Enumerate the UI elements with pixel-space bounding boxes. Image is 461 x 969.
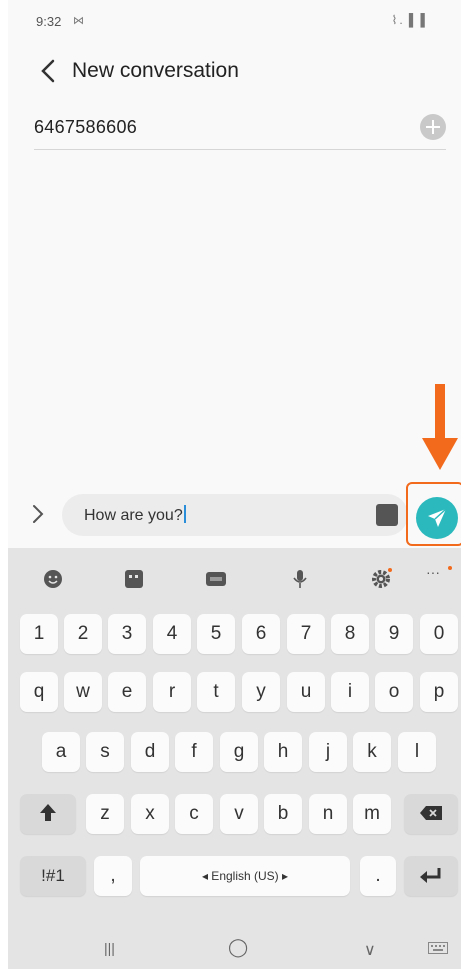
key-4[interactable]: 4 (153, 614, 191, 654)
compose-bar: How are you? (8, 482, 461, 548)
sticker-icon[interactable] (376, 504, 398, 526)
shift-key[interactable] (20, 794, 76, 834)
key-r[interactable]: r (153, 672, 191, 712)
key-p[interactable]: p (420, 672, 458, 712)
key-e[interactable]: e (108, 672, 146, 712)
header: New conversation (8, 52, 461, 92)
keyboard-icon[interactable] (428, 942, 448, 954)
key-g[interactable]: g (220, 732, 258, 772)
backspace-icon (420, 806, 442, 820)
comma-key[interactable]: , (94, 856, 132, 896)
backspace-key[interactable] (404, 794, 458, 834)
send-icon (428, 508, 447, 527)
key-u[interactable]: u (287, 672, 325, 712)
status-bar: 9:32 ⋈ ⌇.▐ ▌ (8, 0, 461, 44)
key-s[interactable]: s (86, 732, 124, 772)
text-cursor (183, 505, 186, 523)
recipient-field[interactable]: 6467586606 (34, 112, 446, 150)
status-time: 9:32 (36, 14, 62, 29)
notification-dot (448, 566, 452, 570)
gif-icon[interactable] (205, 568, 227, 590)
key-d[interactable]: d (131, 732, 169, 772)
key-c[interactable]: c (175, 794, 213, 834)
space-key[interactable]: ◂ English (US) ▸ (140, 856, 350, 896)
key-2[interactable]: 2 (64, 614, 102, 654)
key-8[interactable]: 8 (331, 614, 369, 654)
message-text: How are you? (84, 507, 183, 524)
key-o[interactable]: o (375, 672, 413, 712)
settings-icon[interactable] (370, 568, 392, 590)
key-j[interactable]: j (309, 732, 347, 772)
phone-screen: 9:32 ⋈ ⌇.▐ ▌ New conversation 6467586606… (8, 0, 461, 969)
navigation-bar: ||| ◯ ∨ (8, 928, 461, 969)
key-m[interactable]: m (353, 794, 391, 834)
message-input-value[interactable]: How are you? (84, 505, 186, 525)
signal-battery-icons: ⌇.▐ ▌ (391, 13, 431, 27)
key-1[interactable]: 1 (20, 614, 58, 654)
emoji-icon[interactable] (42, 568, 64, 590)
key-n[interactable]: n (309, 794, 347, 834)
key-k[interactable]: k (353, 732, 391, 772)
key-0[interactable]: 0 (420, 614, 458, 654)
key-h[interactable]: h (264, 732, 302, 772)
expand-options-icon[interactable] (30, 502, 46, 526)
key-l[interactable]: l (398, 732, 436, 772)
key-i[interactable]: i (331, 672, 369, 712)
recents-icon[interactable]: ||| (104, 940, 115, 956)
key-5[interactable]: 5 (197, 614, 235, 654)
annotation-arrow-icon (422, 384, 458, 470)
key-z[interactable]: z (86, 794, 124, 834)
sticker-icon[interactable] (123, 568, 145, 590)
key-9[interactable]: 9 (375, 614, 413, 654)
enter-icon (420, 868, 441, 883)
key-w[interactable]: w (64, 672, 102, 712)
key-t[interactable]: t (197, 672, 235, 712)
enter-key[interactable] (404, 856, 458, 896)
key-f[interactable]: f (175, 732, 213, 772)
key-y[interactable]: y (242, 672, 280, 712)
page-title: New conversation (72, 59, 239, 82)
more-icon[interactable]: ··· (426, 564, 448, 586)
key-b[interactable]: b (264, 794, 302, 834)
shift-arrow-icon (40, 804, 56, 821)
back-icon[interactable]: ∨ (364, 940, 376, 960)
microphone-icon[interactable] (289, 568, 311, 590)
send-button[interactable] (416, 497, 458, 539)
key-3[interactable]: 3 (108, 614, 146, 654)
message-input[interactable]: How are you? (62, 494, 408, 536)
home-icon[interactable]: ◯ (228, 937, 248, 958)
period-key[interactable]: . (360, 856, 396, 896)
key-a[interactable]: a (42, 732, 80, 772)
keyboard-toolbar: ··· (8, 548, 461, 606)
back-arrow-icon[interactable] (36, 56, 60, 86)
key-q[interactable]: q (20, 672, 58, 712)
key-7[interactable]: 7 (287, 614, 325, 654)
add-recipient-icon[interactable] (420, 114, 446, 140)
key-x[interactable]: x (131, 794, 169, 834)
key-6[interactable]: 6 (242, 614, 280, 654)
symbols-key[interactable]: !#1 (20, 856, 86, 896)
key-v[interactable]: v (220, 794, 258, 834)
keyboard: ··· 1 2 3 4 5 6 7 8 9 0 q w e r t y u i … (8, 548, 461, 969)
notification-icon: ⋈ (73, 15, 84, 27)
recipient-value[interactable]: 6467586606 (34, 117, 137, 138)
